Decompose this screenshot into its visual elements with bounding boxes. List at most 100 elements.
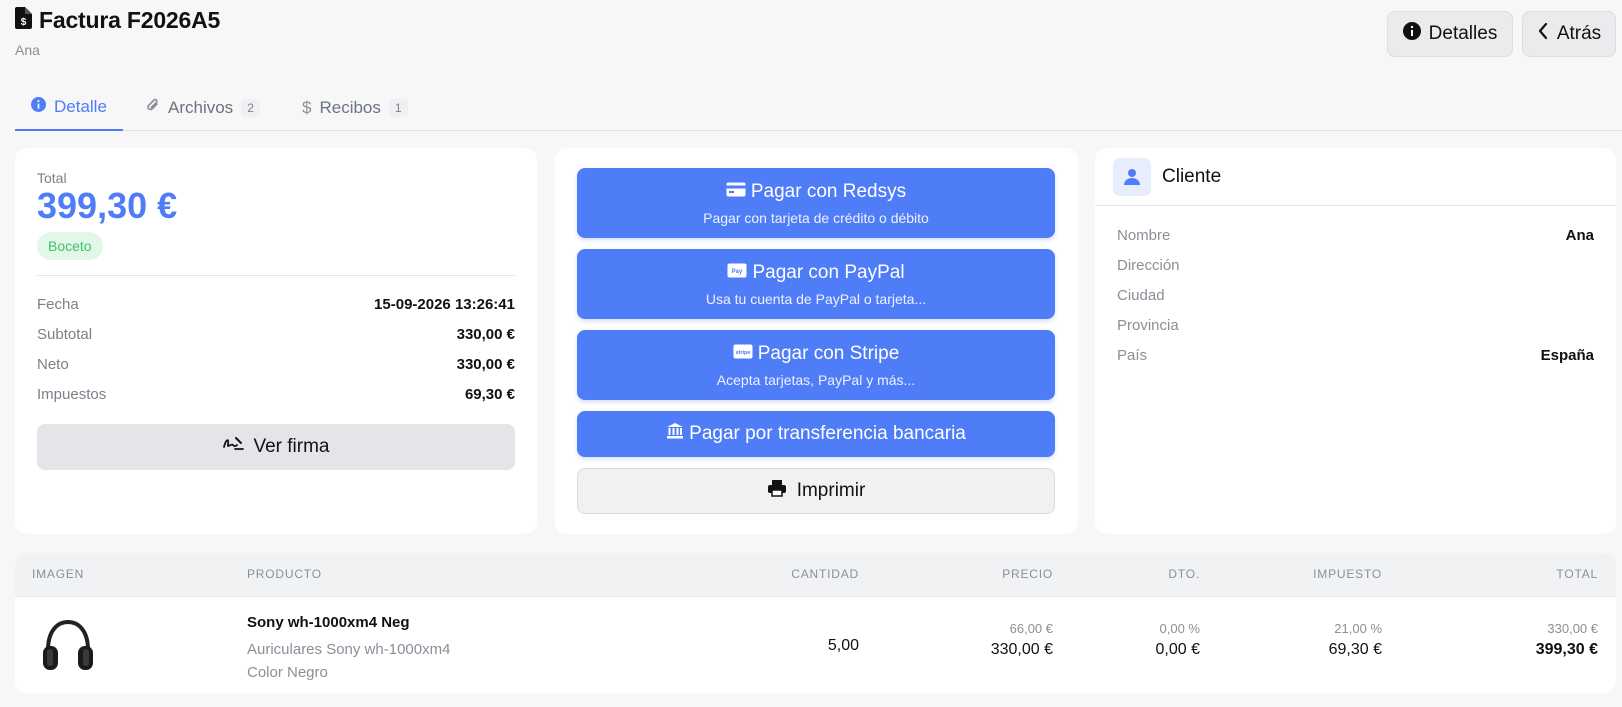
product-name: Sony wh-1000xm4 Neg	[247, 614, 410, 631]
page-subtitle: Ana	[15, 42, 40, 58]
paperclip-icon	[146, 97, 160, 118]
subtotal-amount: 330,00 €	[1547, 621, 1598, 636]
client-row-direccion: Dirección	[1117, 257, 1594, 277]
discount-percent: 0,00 %	[1159, 621, 1200, 636]
col-header-precio: PRECIO	[1002, 567, 1053, 581]
summary-card: Total 399,30 € Boceto Fecha 15-09-2026 1…	[15, 148, 537, 534]
status-badge: Boceto	[37, 232, 103, 260]
stripe-icon: stripe	[733, 343, 753, 365]
pay-stripe-title: Pagar con Stripe	[757, 342, 900, 364]
row-label: Provincia	[1117, 317, 1179, 334]
pay-redsys-subtitle: Pagar con tarjeta de crédito o débito	[703, 209, 929, 226]
col-header-dto: DTO.	[1168, 567, 1200, 581]
table-header: IMAGEN PRODUCTO CANTIDAD PRECIO DTO. IMP…	[15, 553, 1616, 597]
row-label: País	[1117, 347, 1148, 364]
summary-row-impuestos: Impuestos 69,30 €	[37, 386, 515, 406]
view-signature-button[interactable]: Ver firma	[37, 424, 515, 470]
line-total: 399,30 €	[1535, 641, 1598, 658]
price-cell: 66,00 € 330,00 €	[991, 621, 1053, 659]
tab-archivos[interactable]: Archivos 2	[146, 84, 260, 131]
svg-text:Pay: Pay	[732, 269, 743, 275]
details-button-label: Detalles	[1428, 23, 1498, 44]
row-label: Subtotal	[37, 326, 93, 343]
payment-card: Pagar con Redsys Pagar con tarjeta de cr…	[555, 148, 1078, 534]
tab-label: Archivos	[168, 97, 234, 117]
pay-paypal-title: Pagar con PayPal	[752, 261, 905, 283]
row-value: 15-09-2026 13:26:41	[374, 296, 515, 313]
products-table: IMAGEN PRODUCTO CANTIDAD PRECIO DTO. IMP…	[15, 553, 1616, 693]
product-quantity: 5,00	[827, 637, 859, 654]
client-title: Cliente	[1162, 166, 1222, 187]
col-header-cantidad: CANTIDAD	[791, 567, 859, 581]
product-description: Auriculares Sony wh-1000xm4 Color Negro	[247, 641, 451, 681]
row-value: 330,00 €	[456, 326, 515, 343]
pay-paypal-subtitle: Usa tu cuenta de PayPal o tarjeta...	[705, 290, 927, 307]
tax-cell: 21,00 % 69,30 €	[1329, 621, 1382, 659]
client-row-ciudad: Ciudad	[1117, 287, 1594, 307]
row-value: Ana	[1565, 227, 1594, 244]
tab-count-badge: 2	[241, 98, 260, 117]
summary-row-fecha: Fecha 15-09-2026 13:26:41	[37, 296, 515, 316]
discount-cell: 0,00 % 0,00 €	[1156, 621, 1200, 659]
row-label: Fecha	[37, 296, 79, 313]
tab-bar: Detalle Archivos 2 $ Recibos 1	[15, 84, 1622, 131]
row-label: Neto	[37, 356, 69, 373]
row-value: España	[1540, 347, 1594, 364]
pay-transfer-button[interactable]: Pagar por transferencia bancaria	[577, 411, 1055, 457]
col-header-impuesto: IMPUESTO	[1313, 567, 1382, 581]
pay-redsys-title: Pagar con Redsys	[750, 180, 907, 202]
tax-percent: 21,00 %	[1334, 621, 1382, 636]
pay-stripe-subtitle: Acepta tarjetas, PayPal y más...	[716, 371, 916, 388]
user-icon	[1113, 158, 1151, 196]
discount-amount: 0,00 €	[1155, 641, 1200, 658]
pay-redsys-button[interactable]: Pagar con Redsys Pagar con tarjeta de cr…	[577, 168, 1055, 238]
tab-recibos[interactable]: $ Recibos 1	[302, 84, 408, 131]
pay-paypal-button[interactable]: Pay Pagar con PayPal Usa tu cuenta de Pa…	[577, 249, 1055, 319]
total-cell: 330,00 € 399,30 €	[1536, 621, 1598, 659]
back-button[interactable]: Atrás	[1522, 11, 1616, 57]
tax-amount: 69,30 €	[1328, 641, 1382, 658]
total-label: Total	[37, 170, 67, 186]
client-row-nombre: Nombre Ana	[1117, 227, 1594, 247]
summary-row-neto: Neto 330,00 €	[37, 356, 515, 376]
tab-count-badge: 1	[388, 98, 408, 117]
bank-icon	[666, 422, 684, 446]
row-value: 330,00 €	[456, 356, 515, 373]
pay-stripe-button[interactable]: stripe Pagar con Stripe Acepta tarjetas,…	[577, 330, 1055, 400]
print-label: Imprimir	[796, 480, 866, 501]
row-label: Impuestos	[37, 386, 107, 403]
tab-label: Recibos	[319, 97, 381, 117]
client-row-pais: País España	[1117, 347, 1594, 367]
tab-detalle[interactable]: Detalle	[15, 84, 123, 131]
row-label: Nombre	[1117, 227, 1171, 244]
unit-price: 66,00 €	[1009, 621, 1053, 636]
dollar-icon: $	[302, 97, 312, 117]
printer-icon	[767, 479, 787, 503]
details-button[interactable]: Detalles	[1387, 11, 1513, 57]
total-value: 399,30 €	[37, 185, 178, 226]
view-signature-label: Ver firma	[253, 436, 330, 457]
credit-card-icon	[726, 181, 746, 203]
table-row: Sony wh-1000xm4 Neg Auriculares Sony wh-…	[15, 597, 1616, 693]
headphones-icon	[39, 616, 97, 679]
svg-text:$: $	[21, 17, 27, 28]
pay-transfer-title: Pagar por transferencia bancaria	[689, 423, 966, 444]
page-title: Factura F2026A5	[39, 7, 221, 33]
svg-text:stripe: stripe	[735, 350, 750, 356]
info-icon	[31, 96, 46, 117]
page-title-group: $ Factura F2026A5	[15, 7, 220, 34]
summary-row-subtotal: Subtotal 330,00 €	[37, 326, 515, 346]
col-header-producto: PRODUCTO	[247, 567, 322, 581]
row-value: 69,30 €	[464, 386, 515, 403]
divider	[37, 275, 515, 276]
client-header: Cliente	[1095, 148, 1616, 206]
info-icon	[1402, 22, 1421, 46]
col-header-total: TOTAL	[1556, 567, 1598, 581]
chevron-left-icon	[1537, 22, 1549, 46]
col-header-imagen: IMAGEN	[32, 567, 85, 581]
tab-label: Detalle	[54, 96, 107, 116]
paypal-icon: Pay	[727, 262, 747, 284]
invoice-file-icon: $	[15, 7, 32, 34]
back-button-label: Atrás	[1556, 23, 1602, 44]
print-button[interactable]: Imprimir	[577, 468, 1055, 514]
